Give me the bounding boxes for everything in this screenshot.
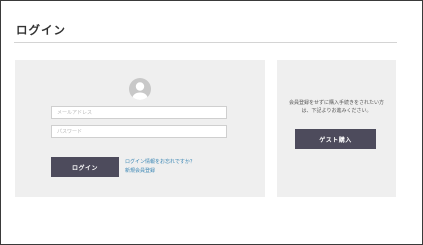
account-links: ログイン情報をお忘れですか？ 新規会員登録 — [125, 158, 195, 176]
password-input[interactable] — [51, 125, 227, 138]
page-title: ログイン — [16, 23, 66, 37]
login-button[interactable]: ログイン — [51, 157, 119, 177]
title-divider — [14, 42, 397, 43]
email-input[interactable] — [51, 106, 227, 119]
user-avatar-icon — [129, 78, 151, 100]
guest-purchase-button[interactable]: ゲスト購入 — [295, 129, 376, 149]
register-link[interactable]: 新規会員登録 — [125, 167, 195, 176]
forgot-login-link[interactable]: ログイン情報をお忘れですか？ — [125, 158, 195, 167]
guest-message: 会員登録をせずに購入手続きをされたい方は、下記よりお進みください。 — [288, 100, 384, 114]
